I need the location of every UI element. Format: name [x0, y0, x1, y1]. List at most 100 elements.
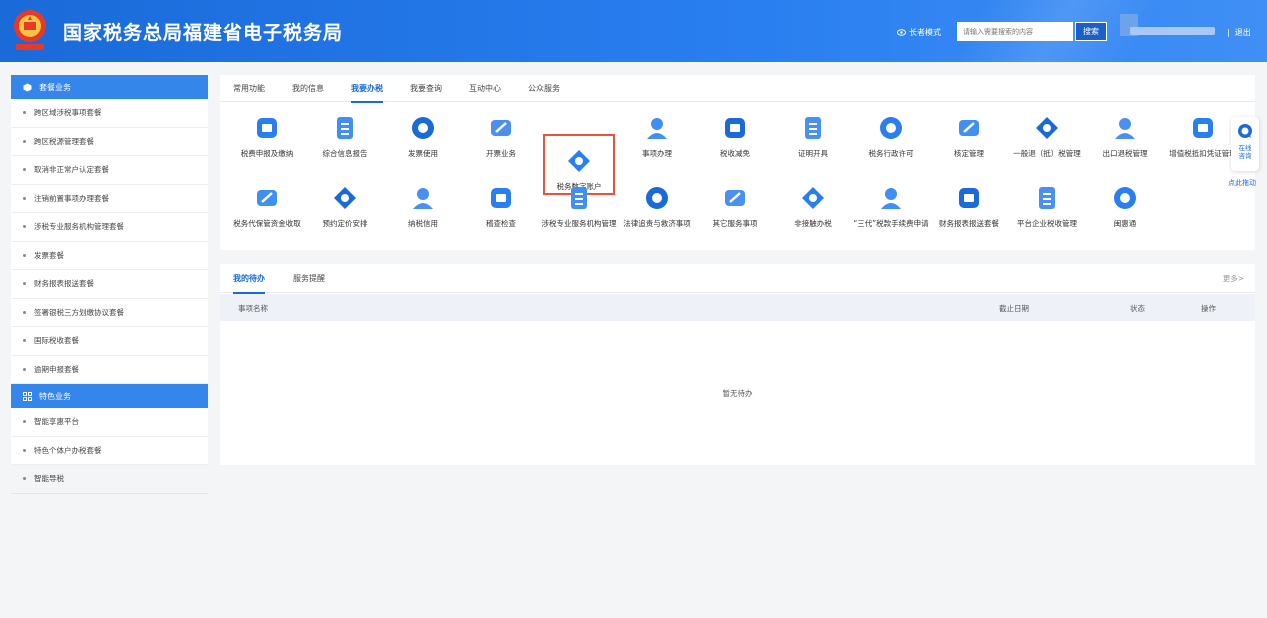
service-export-refund[interactable]: 出口退税管理 [1087, 115, 1163, 158]
todo-tab-1[interactable]: 服务提醒 [293, 264, 325, 293]
tax-declare-icon [257, 118, 277, 138]
service-label: 事项办理 [642, 149, 672, 158]
service-vat-voucher[interactable]: 增值税抵扣凭证管理 [1165, 115, 1241, 158]
vat-voucher-icon [1193, 118, 1213, 138]
services-panel: 常用功能 我的信息 我要办税 我要查询 互动中心 公众服务 税费申报及缴纳 综合信息报告 发票… [220, 75, 1255, 250]
tax-relief-icon [725, 118, 745, 138]
search-button[interactable]: 搜索 [1075, 22, 1107, 41]
tab-4[interactable]: 互动中心 [469, 75, 501, 102]
sidebar-section-special[interactable]: 特色业务 [11, 384, 208, 408]
service-platform-tax[interactable]: 平台企业税收管理 [1009, 185, 1085, 228]
logout-label: 退出 [1234, 28, 1251, 37]
sidebar-item[interactable]: 跨区域涉税事项套餐 [11, 99, 208, 128]
service-tax-relief[interactable]: 税收减免 [697, 115, 773, 158]
service-gavel[interactable]: 法律追责与救济事项 [619, 185, 695, 228]
service-label: 其它服务事项 [712, 219, 758, 228]
service-pricing[interactable]: 预约定价安排 [307, 185, 383, 228]
sidebar-item-label: 取消非正常户认定套餐 [34, 165, 109, 175]
report-icon [337, 117, 353, 139]
financial-report-icon [959, 188, 979, 208]
logout-link[interactable]: | 退出 [1227, 27, 1251, 38]
service-label: 税费申报及缴纳 [240, 149, 294, 158]
more-link[interactable]: 更多> [1223, 273, 1244, 284]
service-label: 税务代保管资金收取 [233, 219, 301, 228]
sidebar-item[interactable]: 签署银税三方划缴协议套餐 [11, 298, 208, 327]
sidebar-item[interactable]: 注销前置事项办理套餐 [11, 184, 208, 213]
service-label: 法律追责与救济事项 [623, 219, 691, 228]
service-label: 核定管理 [954, 149, 984, 158]
service-label: 非接触办税 [794, 219, 832, 228]
export-refund-icon [1115, 118, 1135, 139]
service-certificate[interactable]: 证明开具 [775, 115, 851, 158]
service-label: “三代”税款手续费申请 [853, 219, 929, 228]
bullet-dot [23, 111, 26, 115]
elder-mode-label: 长者模式 [909, 28, 941, 37]
service-financial-report[interactable]: 财务报表报送套餐 [931, 185, 1007, 228]
bullet-dot [23, 282, 26, 286]
sidebar-item[interactable]: 跨区税源管理套餐 [11, 127, 208, 156]
sidebar-item[interactable]: 特色个体户办税套餐 [11, 436, 208, 465]
service-tax-declare[interactable]: 税费申报及缴纳 [229, 115, 305, 158]
sidebar-item[interactable]: 智能享惠平台 [11, 408, 208, 437]
service-label: 预约定价安排 [322, 219, 368, 228]
service-other-service[interactable]: 其它服务事项 [697, 185, 773, 228]
tab-1[interactable]: 我的信息 [292, 75, 324, 102]
certificate-icon [805, 117, 821, 139]
service-label: 一般退（抵）税管理 [1013, 149, 1081, 158]
service-edit[interactable]: 事项办理 [619, 115, 695, 158]
service-inspector[interactable]: 稽查检查 [463, 185, 539, 228]
other-service-icon [725, 190, 745, 206]
service-issue-invoice[interactable]: 开票业务 [463, 115, 539, 158]
service-agency[interactable]: 涉税专业服务机构管理 [541, 185, 617, 228]
site-title: 国家税务总局福建省电子税务局 [63, 22, 344, 44]
todo-tab-0[interactable]: 我的待办 [233, 264, 265, 294]
bullet-dot [23, 420, 26, 424]
search-input[interactable] [957, 22, 1073, 41]
service-bulb[interactable]: 闽惠通 [1087, 185, 1163, 228]
bullet-dot [23, 168, 26, 172]
service-license[interactable]: 税务行政许可 [853, 115, 929, 158]
col-action: 操作 [1201, 304, 1216, 313]
sidebar-item[interactable]: 发票套餐 [11, 241, 208, 270]
sidebar-item-label: 国际税收套餐 [34, 336, 79, 346]
service-invoice[interactable]: 发票使用 [385, 115, 461, 158]
empty-message: 暂无待办 [722, 389, 753, 398]
package-icon [23, 83, 32, 91]
tab-5[interactable]: 公众服务 [528, 75, 560, 102]
sidebar-item[interactable]: 国际税收套餐 [11, 327, 208, 356]
service-label: 税收减免 [720, 149, 750, 158]
bullet-dot [23, 367, 26, 371]
online-consult-button[interactable]: 在线 咨询 [1231, 117, 1259, 171]
bullet-dot [23, 139, 26, 143]
service-contactless[interactable]: 非接触办税 [775, 185, 851, 228]
sidebar-item[interactable]: 取消非正常户认定套餐 [11, 156, 208, 185]
service-credit[interactable]: 纳税信用 [385, 185, 461, 228]
service-label: 稽查检查 [486, 219, 516, 228]
edit-icon [647, 118, 667, 139]
bullet-dot [23, 253, 26, 257]
elder-mode-toggle[interactable]: 长者模式 [897, 27, 941, 38]
service-label: 开票业务 [486, 149, 516, 158]
service-report[interactable]: 综合信息报告 [307, 115, 383, 158]
tab-0[interactable]: 常用功能 [233, 75, 265, 102]
bullet-dot [23, 477, 26, 481]
sidebar-item[interactable]: 财务报表报送套餐 [11, 270, 208, 299]
service-refund[interactable]: 一般退（抵）税管理 [1009, 115, 1085, 158]
service-label: 增值税抵扣凭证管理 [1169, 149, 1237, 158]
service-fee-apply[interactable]: “三代”税款手续费申请 [853, 185, 929, 228]
drag-hint[interactable]: 点此拖动 [1228, 178, 1256, 188]
service-money-bag[interactable]: 税务代保管资金收取 [229, 185, 305, 228]
todo-table-header: 事项名称 截止日期 状态 操作 [220, 294, 1255, 321]
sidebar-section-packages[interactable]: 套餐业务 [11, 75, 208, 99]
grid-icon [23, 391, 32, 401]
issue-invoice-icon [491, 120, 511, 136]
sidebar-item[interactable]: 涉税专业服务机构管理套餐 [11, 213, 208, 242]
sidebar-item[interactable]: 逾期申报套餐 [11, 355, 208, 384]
service-verify-manage[interactable]: 核定管理 [931, 115, 1007, 158]
tab-2[interactable]: 我要办税 [351, 75, 383, 103]
col-name: 事项名称 [238, 304, 268, 313]
eye-icon [897, 29, 906, 36]
tab-3[interactable]: 我要查询 [410, 75, 442, 102]
sidebar-item[interactable]: 智能导税 [11, 465, 208, 494]
sidebar-item-label: 智能导税 [34, 474, 64, 484]
